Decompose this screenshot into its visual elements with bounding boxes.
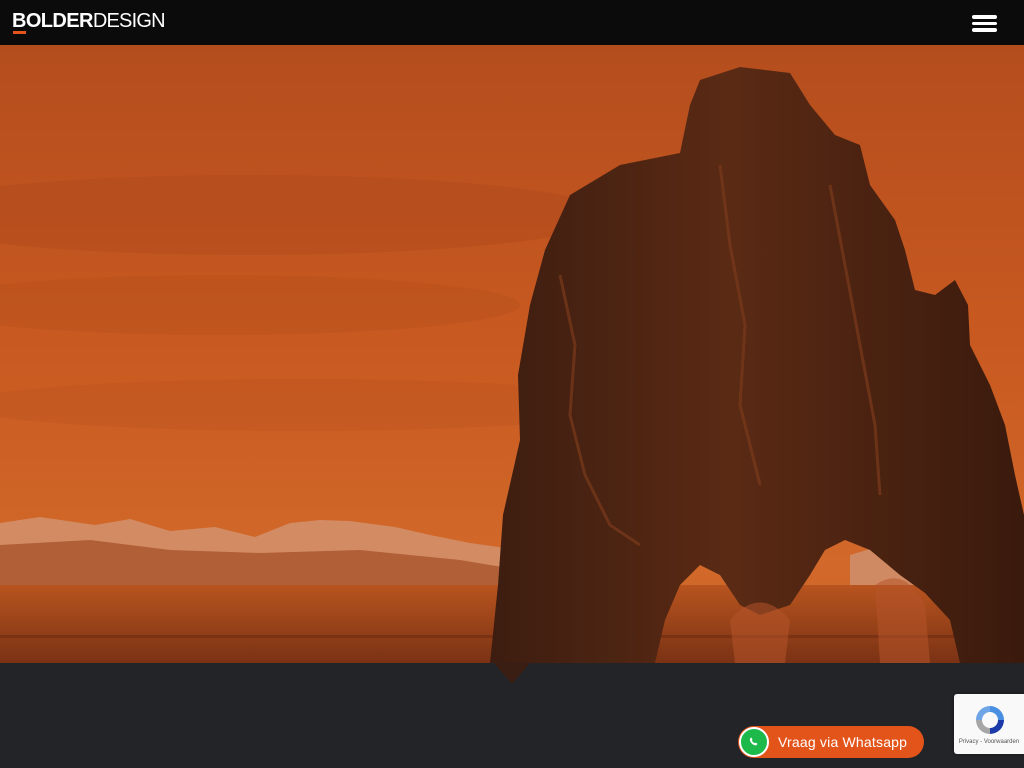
logo-light-text: DESIGN xyxy=(92,10,166,32)
bolderdesign-logo[interactable]: BOLDER DESIGN xyxy=(12,9,166,35)
rock-arch-opening xyxy=(730,602,790,663)
recaptcha-links[interactable]: Privacy - Voorwaarden xyxy=(954,739,1024,745)
whatsapp-button[interactable]: Vraag via Whatsapp xyxy=(738,726,924,758)
recaptcha-icon xyxy=(973,703,1007,742)
section-divider-arrow xyxy=(493,662,531,684)
menu-bar-top xyxy=(972,15,997,19)
whatsapp-icon xyxy=(739,727,769,757)
menu-bar-middle xyxy=(972,21,997,25)
menu-bar-bottom xyxy=(972,28,997,32)
hero-image xyxy=(0,45,1024,663)
hamburger-menu-icon[interactable] xyxy=(972,13,998,33)
whatsapp-button-label: Vraag via Whatsapp xyxy=(778,734,908,750)
recaptcha-badge[interactable]: Privacy - Voorwaarden xyxy=(954,694,1024,754)
logo-bold-text: BOLDER xyxy=(12,10,93,34)
site-header: BOLDER DESIGN xyxy=(0,0,1024,45)
